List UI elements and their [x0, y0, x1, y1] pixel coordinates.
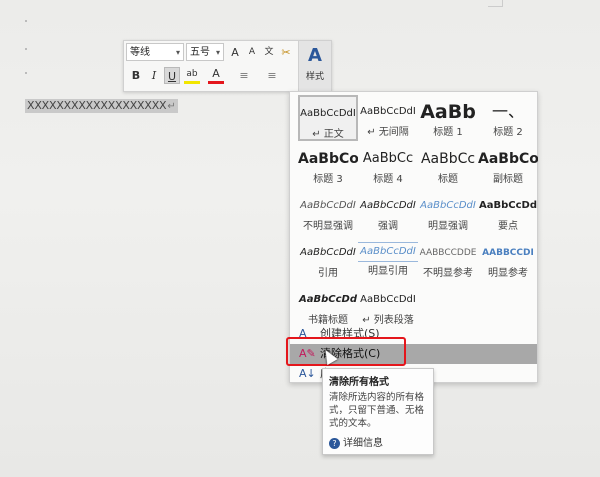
style-preview: AaBbCcDd — [479, 200, 537, 211]
tooltip-more-info-link[interactable]: ? 详细信息 — [329, 434, 383, 449]
style-strong[interactable]: AaBbCcDd 要点 — [478, 189, 538, 235]
styles-icon: A — [308, 45, 322, 66]
margin-marker — [25, 20, 27, 22]
style-book-title[interactable]: AaBbCcDd 书籍标题 — [298, 283, 358, 329]
style-preview: AaBbCcDd — [299, 294, 357, 305]
font-size-value: 五号 — [190, 47, 210, 58]
selected-document-text[interactable]: XXXXXXXXXXXXXXXXXXX↵ — [25, 99, 178, 113]
style-heading-2[interactable]: 一、 标题 2 — [478, 95, 538, 141]
tooltip-body: 清除所选内容的所有格式，只留下普通、无格式的文本。 — [329, 392, 425, 429]
style-preview: AaBbCcDdI — [360, 200, 416, 211]
shrink-font-button[interactable]: A — [244, 44, 260, 61]
styles-label: 样式 — [305, 72, 324, 82]
style-preview: AaBbCcDdI — [300, 108, 356, 119]
chevron-down-icon: ▾ — [175, 48, 180, 57]
grow-font-button[interactable]: A — [227, 44, 243, 61]
bullets-button[interactable]: ≡ — [236, 67, 252, 84]
style-preview: AaBb — [420, 101, 476, 123]
margin-marker — [25, 72, 27, 74]
italic-button[interactable]: I — [146, 67, 162, 84]
style-intense-emphasis[interactable]: AaBbCcDdI 明显强调 — [418, 189, 478, 235]
mini-toolbar: 等线 ▾ 五号 ▾ A A 文 ✂ B I U ab A ≡ ≡ A 样式 — [123, 40, 332, 92]
paragraph-mark: ↵ — [167, 101, 176, 112]
style-preview: AaBbCcDdI — [300, 247, 356, 258]
font-name-dropdown[interactable]: 等线 ▾ — [126, 43, 184, 61]
font-name-value: 等线 — [130, 47, 150, 58]
underline-button[interactable]: U — [164, 67, 180, 84]
phonetic-guide-button[interactable]: 文 — [261, 44, 277, 61]
style-subtle-emphasis[interactable]: AaBbCcDdI 不明显强调 — [298, 189, 358, 235]
style-name: 标题 2 — [493, 127, 523, 138]
style-name: 明显强调 — [428, 221, 468, 232]
style-name: 明显参考 — [488, 268, 528, 279]
style-preview: AABBCCDI — [482, 248, 534, 258]
highlight-button[interactable]: ab — [184, 67, 200, 84]
style-intense-quote[interactable]: AaBbCcDdI 明显引用 — [358, 236, 418, 282]
style-name: 明显引用 — [368, 266, 408, 277]
help-icon: ? — [329, 438, 340, 449]
style-heading-3[interactable]: AaBbCo 标题 3 — [298, 142, 358, 188]
style-quote[interactable]: AaBbCcDdI 引用 — [298, 236, 358, 282]
tooltip-title: 清除所有格式 — [329, 377, 389, 388]
style-preview: 一、 — [491, 102, 524, 121]
chevron-down-icon: ▾ — [215, 48, 220, 57]
style-name: 标题 3 — [313, 174, 343, 185]
style-preview: AaBbCc — [362, 151, 414, 166]
font-color-button[interactable]: A — [208, 67, 224, 84]
clear-format-tooltip: 清除所有格式 清除所选内容的所有格式，只留下普通、无格式的文本。 ? 详细信息 — [322, 368, 434, 455]
apply-styles-icon: A↓ — [299, 367, 316, 380]
style-intense-reference[interactable]: AABBCCDI 明显参考 — [478, 236, 538, 282]
font-size-dropdown[interactable]: 五号 ▾ — [186, 43, 224, 61]
style-subtle-reference[interactable]: AABBCCDDE 不明显参考 — [418, 236, 478, 282]
style-name: 标题 — [438, 174, 458, 185]
style-name: ↵ 无间隔 — [367, 127, 409, 138]
style-emphasis[interactable]: AaBbCcDdI 强调 — [358, 189, 418, 235]
style-normal[interactable]: AaBbCcDdI ↵ 正文 — [298, 95, 358, 141]
style-no-spacing[interactable]: AaBbCcDdI ↵ 无间隔 — [358, 95, 418, 141]
style-name: ↵ 正文 — [312, 129, 344, 140]
document-text: XXXXXXXXXXXXXXXXXXX — [27, 99, 167, 112]
style-name: 不明显强调 — [303, 221, 353, 232]
style-preview: AaBbCcDdI — [360, 294, 416, 305]
style-name: 标题 1 — [433, 127, 463, 138]
style-heading-4[interactable]: AaBbCc 标题 4 — [358, 142, 418, 188]
style-name: 要点 — [498, 221, 518, 232]
annotation-highlight-box — [286, 337, 406, 366]
style-preview: AaBbCo — [298, 151, 358, 167]
style-preview: AaBbCcDdI — [420, 200, 476, 211]
page-corner-mark — [488, 0, 503, 7]
style-preview: AaBbCcDdI — [300, 200, 356, 211]
style-subtitle[interactable]: AaBbCo 副标题 — [478, 142, 538, 188]
style-heading-1[interactable]: AaBb 标题 1 — [418, 95, 478, 141]
style-name: 引用 — [318, 268, 338, 279]
style-preview: AaBbCcDdI — [358, 242, 418, 262]
style-title[interactable]: AaBbCc 标题 — [418, 142, 478, 188]
style-preview: AABBCCDDE — [419, 248, 477, 258]
tooltip-more-label: 详细信息 — [343, 438, 383, 449]
style-name: 标题 4 — [373, 174, 403, 185]
style-preview: AaBbCo — [478, 151, 538, 167]
style-list-paragraph[interactable]: AaBbCcDdI ↵ 列表段落 — [358, 283, 418, 329]
style-name: 不明显参考 — [423, 268, 473, 279]
styles-button[interactable]: A 样式 — [298, 41, 331, 91]
format-painter-button[interactable]: ✂ — [278, 44, 294, 61]
bold-button[interactable]: B — [128, 67, 144, 84]
style-preview: AaBbCcDdI — [360, 106, 416, 117]
style-name: 副标题 — [493, 174, 523, 185]
numbering-button[interactable]: ≡ — [264, 67, 280, 84]
margin-marker — [25, 48, 27, 50]
style-preview: AaBbCc — [420, 151, 476, 167]
style-name: 强调 — [378, 221, 398, 232]
